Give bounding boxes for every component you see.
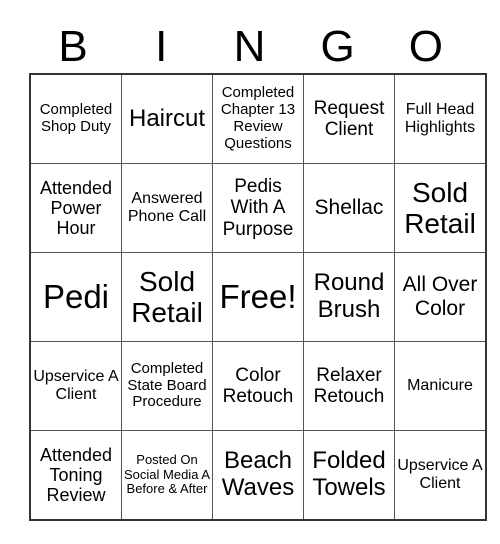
bingo-cell[interactable]: Sold Retail <box>394 163 487 253</box>
bingo-cell[interactable]: Folded Towels <box>303 430 395 521</box>
bingo-cell[interactable]: Upservice A Client <box>394 430 487 521</box>
bingo-cell[interactable]: Beach Waves <box>212 430 304 521</box>
bingo-cell[interactable]: Pedi <box>29 252 122 342</box>
header-letter-i: I <box>155 22 168 71</box>
bingo-cell[interactable]: Request Client <box>303 73 395 164</box>
bingo-cell[interactable]: Full Head Highlights <box>394 73 487 164</box>
bingo-cell[interactable]: Posted On Social Media A Before & After <box>121 430 213 521</box>
bingo-cell[interactable]: Manicure <box>394 341 487 431</box>
bingo-cell[interactable]: Pedis With A Purpose <box>212 163 304 253</box>
bingo-cell[interactable]: Answered Phone Call <box>121 163 213 253</box>
bingo-cell[interactable]: Sold Retail <box>121 252 213 342</box>
bingo-cell[interactable]: Haircut <box>121 73 213 164</box>
bingo-cell[interactable]: Round Brush <box>303 252 395 342</box>
bingo-cell[interactable]: Completed State Board Procedure <box>121 341 213 431</box>
bingo-board: Completed Shop Duty Haircut Completed Ch… <box>29 73 487 521</box>
bingo-cell[interactable]: Attended Toning Review <box>29 430 122 521</box>
bingo-cell[interactable]: Completed Shop Duty <box>29 73 122 164</box>
bingo-cell[interactable]: All Over Color <box>394 252 487 342</box>
bingo-cell[interactable]: Color Retouch <box>212 341 304 431</box>
bingo-cell-free[interactable]: Free! <box>212 252 304 342</box>
bingo-cell[interactable]: Shellac <box>303 163 395 253</box>
header-letter-n: N <box>233 22 266 71</box>
board-row: Upservice A Client Completed State Board… <box>29 341 487 431</box>
board-row: Pedi Sold Retail Free! Round Brush All O… <box>29 252 487 342</box>
board-row: Attended Toning Review Posted On Social … <box>29 430 487 521</box>
header-letter-g: G <box>320 22 355 71</box>
board-row: Attended Power Hour Answered Phone Call … <box>29 163 487 253</box>
header-letter-b: B <box>58 22 88 71</box>
bingo-cell[interactable]: Completed Chapter 13 Review Questions <box>212 73 304 164</box>
header-letter-o: O <box>408 22 443 71</box>
bingo-cell[interactable]: Upservice A Client <box>29 341 122 431</box>
bingo-header: B I N G O <box>29 22 470 72</box>
bingo-cell[interactable]: Attended Power Hour <box>29 163 122 253</box>
board-row: Completed Shop Duty Haircut Completed Ch… <box>29 73 487 164</box>
bingo-cell[interactable]: Relaxer Retouch <box>303 341 395 431</box>
